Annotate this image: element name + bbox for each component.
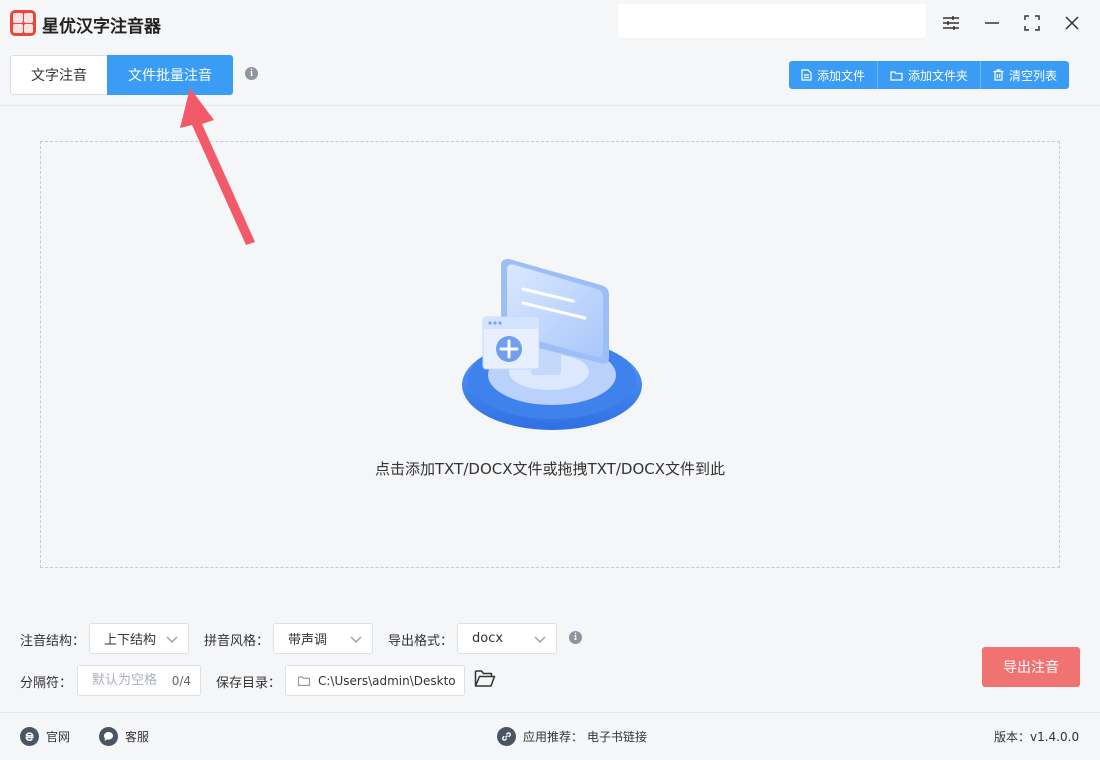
separator-char-count: 0/4	[171, 674, 191, 688]
chevron-down-icon	[166, 636, 178, 643]
file-icon	[801, 69, 812, 81]
official-website-label: 官网	[46, 729, 71, 744]
clear-list-label: 清空列表	[1009, 68, 1058, 83]
app-recommendation-label: 应用推荐：	[523, 729, 584, 744]
pinyin-style-select[interactable]: 带声调	[273, 623, 373, 654]
add-folder-button[interactable]: 添加文件夹	[878, 61, 982, 89]
ebook-link[interactable]: 电子书链接	[587, 728, 647, 745]
annotation-arrow-icon	[180, 88, 255, 245]
export-format-label: 导出格式：	[388, 634, 454, 649]
export-button[interactable]: 导出注音	[982, 647, 1080, 687]
tab-text-annotation[interactable]: 文字注音	[10, 55, 107, 95]
official-website-link[interactable]: 官网	[20, 726, 70, 746]
pinyin-style-value: 带声调	[288, 633, 328, 648]
export-format-value: docx	[472, 631, 504, 646]
save-dir-value: C:\Users\admin\Deskto	[318, 673, 456, 688]
add-file-button[interactable]: 添加文件	[789, 61, 879, 89]
file-toolbar: 添加文件 添加文件夹 清空列表	[789, 61, 1070, 89]
chat-bubble-icon	[99, 726, 118, 746]
separator-field: 0/4	[77, 665, 201, 696]
structure-label: 注音结构：	[20, 634, 86, 649]
settings-sliders-icon[interactable]	[939, 11, 963, 35]
trash-icon	[993, 69, 1004, 81]
maximize-icon[interactable]	[1020, 11, 1044, 35]
separator-input[interactable]	[78, 666, 170, 695]
clear-list-button[interactable]: 清空列表	[981, 61, 1069, 89]
customer-service-label: 客服	[125, 729, 150, 744]
customer-service-link[interactable]: 客服	[99, 726, 149, 746]
pinyin-style-label: 拼音风格：	[204, 634, 270, 649]
app-recommendation: 应用推荐： 电子书链接	[497, 726, 647, 746]
link-icon	[497, 726, 516, 746]
add-file-label: 添加文件	[817, 68, 866, 83]
version-text: 版本：v1.4.0.0	[994, 729, 1080, 744]
open-folder-icon[interactable]	[474, 669, 496, 688]
folder-outline-icon	[298, 676, 310, 686]
app-logo-icon	[10, 10, 36, 36]
separator-label: 分隔符：	[20, 676, 73, 691]
chevron-down-icon	[350, 636, 362, 643]
ie-browser-icon	[20, 726, 39, 746]
info-icon[interactable]: i	[245, 67, 258, 80]
format-info-icon[interactable]: i	[569, 631, 582, 644]
title-bar: 星优汉字注音器	[0, 0, 1100, 48]
header-divider	[0, 105, 1100, 106]
structure-select[interactable]: 上下结构	[89, 623, 189, 654]
save-dir-field[interactable]: C:\Users\admin\Deskto	[285, 665, 465, 696]
app-title: 星优汉字注音器	[42, 17, 161, 37]
add-folder-label: 添加文件夹	[908, 68, 969, 83]
minimize-icon[interactable]	[980, 11, 1004, 35]
add-file-illustration-icon	[462, 259, 642, 430]
close-icon[interactable]	[1060, 11, 1084, 35]
footer-divider	[0, 712, 1100, 713]
drop-zone-hint: 点击添加TXT/DOCX文件或拖拽TXT/DOCX文件到此	[375, 460, 725, 478]
save-dir-label: 保存目录：	[216, 676, 282, 691]
title-bar-blank-field	[618, 4, 926, 38]
structure-value: 上下结构	[104, 633, 157, 648]
chevron-down-icon	[534, 636, 546, 643]
export-format-select[interactable]: docx	[457, 623, 557, 654]
folder-icon	[890, 70, 903, 81]
